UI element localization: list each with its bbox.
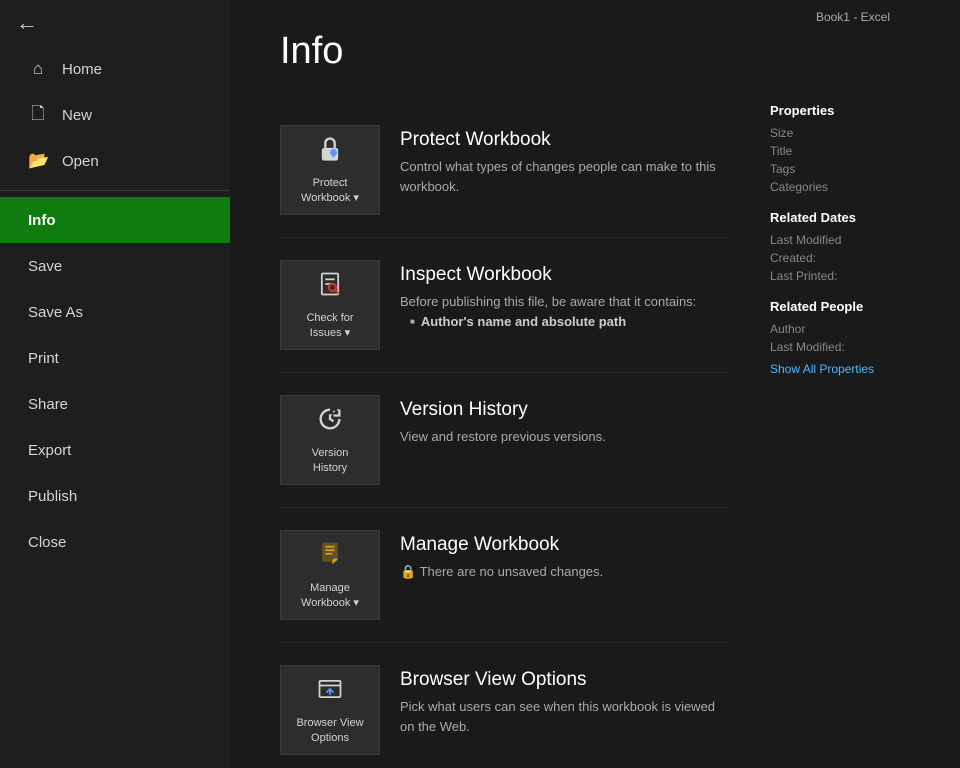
- home-icon: ⌂: [28, 59, 48, 79]
- browser-view-row: Browser ViewOptions Browser View Options…: [280, 643, 730, 768]
- lock-small-icon: 🔒: [400, 564, 420, 579]
- sidebar-item-label: Print: [28, 350, 59, 367]
- last-modified-label: Last Modified: [770, 233, 920, 247]
- version-history-row: VersionHistory Version History View and …: [280, 373, 730, 508]
- manage-workbook-button[interactable]: ManageWorkbook ▾: [280, 530, 380, 620]
- inspect-info: Inspect Workbook Before publishing this …: [400, 260, 730, 331]
- sidebar-item-label: Publish: [28, 488, 77, 505]
- tags-label: Tags: [770, 162, 920, 176]
- sidebar-item-label: Open: [62, 153, 99, 170]
- protect-desc: Control what types of changes people can…: [400, 157, 730, 196]
- show-all-properties-link[interactable]: Show All Properties: [770, 362, 920, 376]
- browser-icon: [316, 675, 344, 710]
- author-label: Author: [770, 322, 920, 336]
- sidebar-item-label: Home: [62, 61, 102, 78]
- browser-desc: Pick what users can see when this workbo…: [400, 697, 730, 736]
- manage-button-label: ManageWorkbook ▾: [301, 581, 359, 610]
- manage-info: Manage Workbook 🔒 There are no unsaved c…: [400, 530, 730, 582]
- file-label: Book1 - Excel: [816, 10, 890, 24]
- size-label: Size: [770, 126, 920, 140]
- sidebar-item-save-as[interactable]: Save As: [0, 289, 230, 335]
- version-icon: [316, 405, 344, 440]
- sidebar-item-label: Close: [28, 534, 66, 551]
- sidebar-item-label: Info: [28, 212, 56, 229]
- protect-title: Protect Workbook: [400, 129, 730, 151]
- inspect-list-item: Author's name and absolute path: [410, 312, 730, 332]
- version-button-label: VersionHistory: [312, 446, 349, 475]
- protect-workbook-button[interactable]: ProtectWorkbook ▾: [280, 125, 380, 215]
- related-people-heading: Related People: [770, 299, 920, 314]
- last-modified-by-label: Last Modified:: [770, 340, 920, 354]
- version-info: Version History View and restore previou…: [400, 395, 730, 447]
- open-icon: 📂: [28, 151, 48, 171]
- inspect-desc: Before publishing this file, be aware th…: [400, 292, 730, 331]
- inspect-icon: [316, 270, 344, 305]
- version-title: Version History: [400, 399, 730, 421]
- back-button[interactable]: ←: [0, 0, 230, 46]
- sidebar-item-label: Export: [28, 442, 71, 459]
- info-sections: ProtectWorkbook ▾ Protect Workbook Contr…: [280, 103, 920, 768]
- version-history-button[interactable]: VersionHistory: [280, 395, 380, 485]
- related-dates-heading: Related Dates: [770, 210, 920, 225]
- browser-title: Browser View Options: [400, 669, 730, 691]
- sidebar-item-label: Save As: [28, 304, 83, 321]
- manage-icon: [316, 540, 344, 575]
- manage-workbook-row: ManageWorkbook ▾ Manage Workbook 🔒 There…: [280, 508, 730, 643]
- protect-info: Protect Workbook Control what types of c…: [400, 125, 730, 196]
- categories-label: Categories: [770, 180, 920, 194]
- manage-title: Manage Workbook: [400, 534, 730, 556]
- sidebar-item-label: Share: [28, 396, 68, 413]
- sidebar: ← ⌂ Home 🗋 New 📂 Open Info Save Save As …: [0, 0, 230, 768]
- sidebar-item-open[interactable]: 📂 Open: [0, 138, 230, 184]
- sidebar-item-label: New: [62, 107, 92, 124]
- inspect-workbook-button[interactable]: Check forIssues ▾: [280, 260, 380, 350]
- sidebar-item-print[interactable]: Print: [0, 335, 230, 381]
- protect-workbook-row: ProtectWorkbook ▾ Protect Workbook Contr…: [280, 103, 730, 238]
- sidebar-item-publish[interactable]: Publish: [0, 473, 230, 519]
- sidebar-item-close[interactable]: Close: [0, 519, 230, 565]
- properties-heading: Properties: [770, 103, 920, 118]
- main-content: Book1 - Excel Info ProtectWorkbook ▾: [230, 0, 960, 768]
- sidebar-divider: [0, 190, 230, 191]
- inspect-button-label: Check forIssues ▾: [306, 311, 353, 340]
- sidebar-item-new[interactable]: 🗋 New: [0, 92, 230, 138]
- sidebar-item-info[interactable]: Info: [0, 197, 230, 243]
- sidebar-item-share[interactable]: Share: [0, 381, 230, 427]
- title-label: Title: [770, 144, 920, 158]
- sections-main: ProtectWorkbook ▾ Protect Workbook Contr…: [280, 103, 730, 768]
- created-label: Created:: [770, 251, 920, 265]
- properties-panel: Properties Size Title Tags Categories Re…: [760, 103, 920, 768]
- back-icon: ←: [16, 10, 38, 36]
- sidebar-item-label: Save: [28, 258, 62, 275]
- inspect-desc-main: Before publishing this file, be aware th…: [400, 294, 696, 309]
- page-title: Info: [280, 30, 920, 73]
- lock-icon: [316, 135, 344, 170]
- browser-view-button[interactable]: Browser ViewOptions: [280, 665, 380, 755]
- sidebar-item-home[interactable]: ⌂ Home: [0, 46, 230, 92]
- inspect-title: Inspect Workbook: [400, 264, 730, 286]
- inspect-workbook-row: Check forIssues ▾ Inspect Workbook Befor…: [280, 238, 730, 373]
- sidebar-item-save[interactable]: Save: [0, 243, 230, 289]
- browser-info: Browser View Options Pick what users can…: [400, 665, 730, 736]
- version-desc: View and restore previous versions.: [400, 427, 730, 447]
- sidebar-nav: ⌂ Home 🗋 New 📂 Open Info Save Save As Pr…: [0, 46, 230, 565]
- new-icon: 🗋: [28, 101, 48, 130]
- manage-desc: 🔒 There are no unsaved changes.: [400, 562, 730, 582]
- protect-button-label: ProtectWorkbook ▾: [301, 176, 359, 205]
- sidebar-item-export[interactable]: Export: [0, 427, 230, 473]
- last-printed-label: Last Printed:: [770, 269, 920, 283]
- inspect-list: Author's name and absolute path: [400, 312, 730, 332]
- browser-button-label: Browser ViewOptions: [296, 716, 363, 745]
